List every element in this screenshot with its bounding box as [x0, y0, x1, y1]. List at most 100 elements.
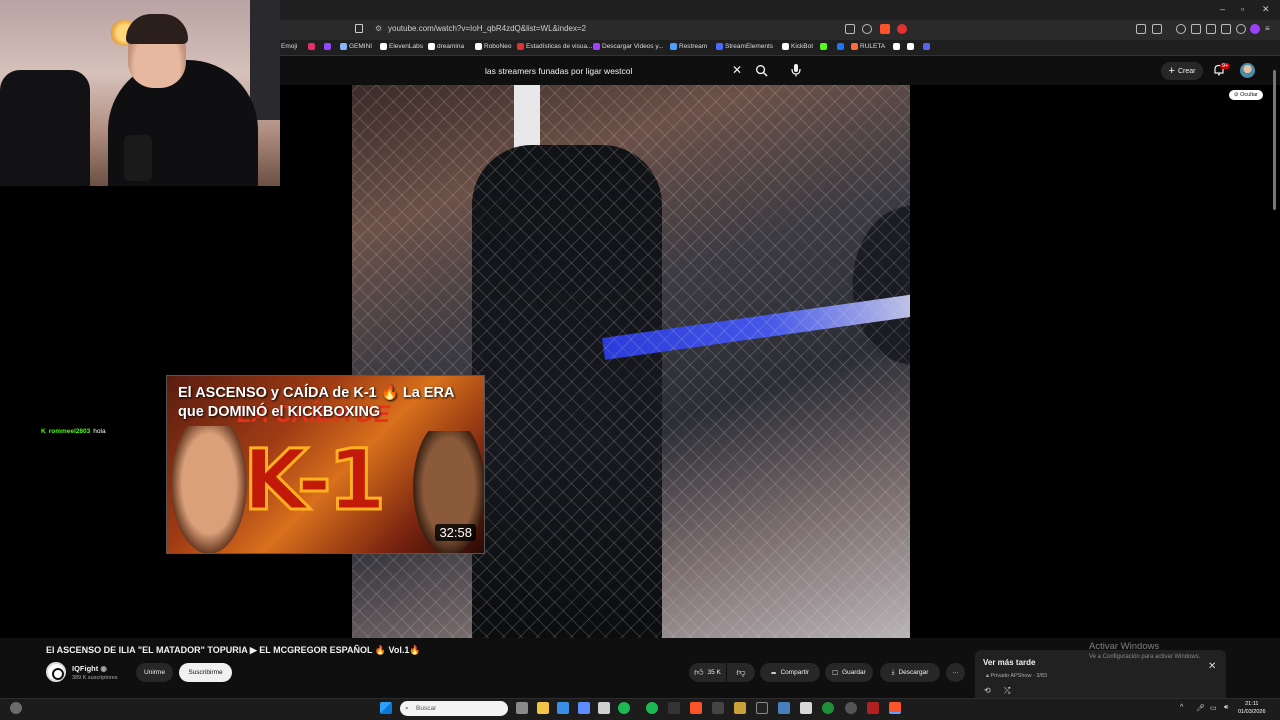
video-thumbnail-overlay[interactable]: LA CAÍDA DE K-1 El ASCENSO y CAÍDA de K-… — [166, 375, 485, 554]
app-icon[interactable] — [756, 702, 768, 714]
kick-badge-icon: K — [41, 428, 46, 435]
brave-rewards-icon[interactable] — [897, 24, 907, 34]
weather-icon[interactable] — [10, 702, 22, 714]
bookmark-item[interactable] — [324, 43, 331, 50]
download-button[interactable]: ⤓ Descargar — [880, 663, 940, 682]
brave-shield-icon[interactable] — [880, 24, 890, 34]
bookmark-label: GEMINI — [349, 43, 373, 50]
playlist-close-icon[interactable]: ✕ — [1208, 661, 1216, 672]
bookmark-item[interactable] — [923, 43, 930, 50]
search-input[interactable]: las streamers funadas por ligar westcol — [485, 66, 632, 76]
share-icon[interactable] — [862, 24, 872, 34]
maximize-button[interactable]: ▫ — [1241, 4, 1244, 14]
site-info-icon[interactable]: ⚙ — [375, 24, 382, 33]
file-explorer-icon[interactable] — [537, 702, 549, 714]
search-icon[interactable] — [755, 64, 768, 77]
app-icon[interactable] — [734, 702, 746, 714]
bookmark-item[interactable]: RULETA — [851, 43, 885, 50]
app-icon[interactable] — [867, 702, 879, 714]
bookmark-item[interactable]: ElevenLabs — [380, 43, 423, 50]
taskbar-search-input[interactable]: ⌕ Buscar — [400, 701, 508, 716]
user-avatar[interactable] — [1240, 63, 1255, 78]
leo-icon[interactable] — [1221, 24, 1231, 34]
microphone-icon[interactable] — [790, 63, 802, 77]
create-button[interactable]: + Crear — [1161, 62, 1203, 80]
download-icon: ⤓ — [891, 668, 895, 676]
hide-button[interactable]: ⊘ Ocultar — [1229, 90, 1263, 100]
create-label: Crear — [1177, 67, 1196, 75]
subscribe-button[interactable]: Suscribirme — [179, 663, 232, 682]
thumbnail-face-left — [171, 426, 247, 553]
bookmark-icon[interactable] — [355, 24, 363, 33]
task-view-icon[interactable] — [516, 702, 528, 714]
bookmark-item[interactable]: Restream — [670, 43, 707, 50]
cast-icon[interactable] — [845, 24, 855, 34]
chat-message: K rommeel2803 hola — [41, 428, 106, 435]
bookmark-item[interactable]: Estadísticas de visua... — [517, 43, 592, 50]
profile-icon[interactable] — [1250, 24, 1260, 34]
bookmark-item[interactable]: StreamElements — [716, 43, 773, 50]
channel-name[interactable]: IQFight ◉ — [72, 664, 107, 673]
tray-chevron-icon[interactable]: ^ — [1180, 704, 1183, 711]
bookmark-favicon-icon — [428, 43, 435, 50]
tray-volume-icon[interactable]: 🔊︎ — [1224, 704, 1228, 712]
app-icon[interactable] — [778, 702, 790, 714]
app-icon[interactable] — [668, 702, 680, 714]
join-button[interactable]: Unirme — [136, 663, 173, 682]
store-icon[interactable] — [557, 702, 569, 714]
scrollbar-thumb[interactable] — [1273, 70, 1276, 210]
activate-windows-watermark: Activar Windows — [1089, 641, 1160, 652]
bookmark-item[interactable]: RoboNeo — [475, 43, 511, 50]
bookmark-item[interactable]: Descargar Videos y... — [593, 43, 664, 50]
bookmark-label: RULETA — [860, 43, 886, 50]
media-icon[interactable] — [1176, 24, 1186, 34]
save-button[interactable]: ☐ Guardar — [825, 663, 873, 682]
app-icon[interactable] — [578, 702, 590, 714]
app-icon[interactable] — [712, 702, 724, 714]
close-window-button[interactable]: ✕ — [1262, 4, 1270, 15]
windows-start-icon[interactable] — [380, 702, 392, 714]
loop-icon[interactable]: ⟲ — [984, 686, 991, 695]
sidebar-icon[interactable] — [1191, 24, 1201, 34]
video-frame[interactable] — [352, 85, 910, 638]
url-input[interactable]: youtube.com/watch?v=IoH_qbR4zdQ&list=WL&… — [388, 24, 586, 33]
taskbar-clock[interactable]: 21:11 01/03/2026 — [1238, 700, 1266, 716]
minimize-button[interactable]: – — [1220, 4, 1225, 14]
wallet-icon[interactable] — [1206, 24, 1216, 34]
subscribe-label: Suscribirme — [188, 669, 223, 676]
app-icon[interactable] — [598, 702, 610, 714]
chrome-icon[interactable] — [822, 702, 834, 714]
video-title: El ASCENSO DE ILIA "EL MATADOR" TOPURIA … — [46, 645, 421, 655]
menu-icon[interactable]: ≡ — [1265, 24, 1275, 34]
tray-display-icon[interactable]: ▭ — [1210, 704, 1217, 712]
bookmark-item[interactable] — [837, 43, 844, 50]
bookmark-favicon-icon — [308, 43, 315, 50]
more-button[interactable]: ··· — [946, 663, 965, 682]
clear-search-icon[interactable]: ✕ — [732, 63, 742, 77]
bookmark-item[interactable] — [893, 43, 900, 50]
brave-active-icon[interactable] — [889, 702, 901, 714]
extension-icon[interactable] — [1152, 24, 1162, 34]
share-button[interactable]: ➦ Compartir — [760, 663, 820, 682]
vpn-icon[interactable] — [1236, 24, 1246, 34]
tray-mic-icon[interactable]: 🎤︎ — [1196, 704, 1205, 712]
app-icon[interactable] — [618, 702, 630, 714]
app-icon[interactable] — [800, 702, 812, 714]
bookmark-item[interactable] — [820, 43, 827, 50]
extension-icon[interactable] — [1136, 24, 1146, 34]
bookmark-item[interactable] — [907, 43, 914, 50]
bookmark-item[interactable]: KickBot — [782, 43, 813, 50]
bookmark-item[interactable] — [308, 43, 315, 50]
obs-icon[interactable] — [845, 702, 857, 714]
brave-icon[interactable] — [690, 702, 702, 714]
channel-avatar[interactable] — [46, 662, 66, 682]
thumbnail-k1-logo: K-1 — [241, 430, 387, 531]
bookmark-item[interactable]: dreamina — [428, 43, 464, 50]
dislike-button[interactable]: 👎︎ — [727, 663, 755, 682]
like-button[interactable]: 👍︎ 35 K — [689, 663, 726, 682]
video-scene-cage — [352, 85, 910, 638]
bookmark-item[interactable]: GEMINI — [340, 43, 372, 50]
shuffle-icon[interactable]: ⤮ — [1004, 686, 1010, 696]
like-count: 35 K — [707, 669, 721, 676]
spotify-icon[interactable] — [646, 702, 658, 714]
